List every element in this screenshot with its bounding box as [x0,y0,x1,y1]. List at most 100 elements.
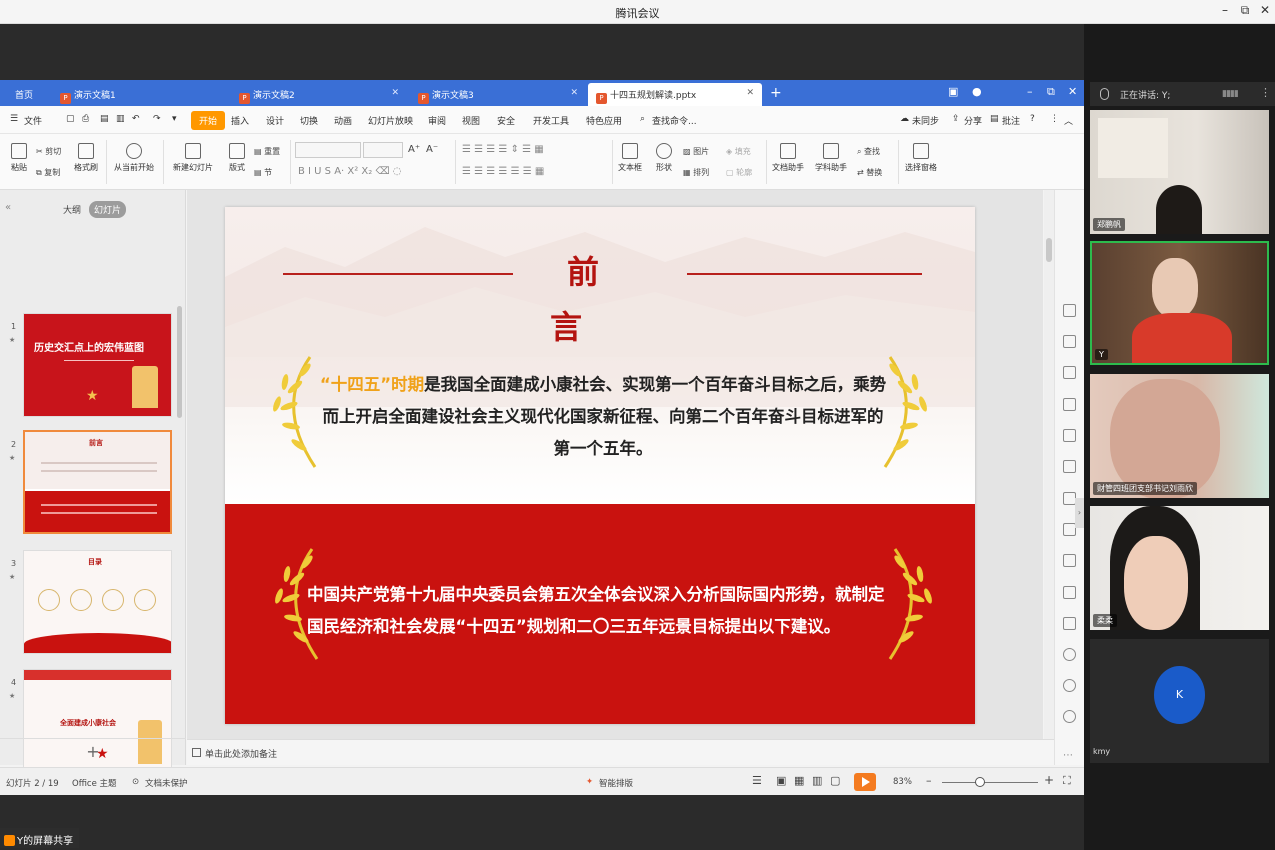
undo-icon[interactable]: ↶ [132,114,140,124]
font-size-select[interactable] [363,142,403,158]
tab-presentation-3[interactable]: P 演示文稿3 ✕ [410,83,586,106]
play-from-current-button[interactable]: 从当前开始 [110,143,158,173]
add-slide-button[interactable]: + [0,738,186,764]
print-icon[interactable]: ⎙ [82,114,89,124]
notes-area[interactable]: 单击此处添加备注 [187,739,1054,765]
quick-access-dropdown-icon[interactable]: ▾ [172,114,177,124]
cut-button[interactable]: ✂ 剪切 [36,146,61,157]
minimize-icon[interactable]: – [1216,3,1234,17]
sync-status[interactable]: 未同步 [912,114,939,127]
tab-presentation-2[interactable]: P 演示文稿2 ✕ [231,83,407,106]
format-painter-button[interactable]: 格式刷 [70,143,102,173]
menu-insert[interactable]: 插入 [231,114,249,127]
new-slide-button[interactable]: 新建幻灯片 [168,143,218,173]
normal-view-icon[interactable]: ▣ [776,774,786,787]
history-icon[interactable] [1063,679,1076,692]
zoom-level[interactable]: 83% [893,777,912,787]
close-tab-icon[interactable]: ✕ [746,88,754,98]
menu-design[interactable]: 设计 [266,114,284,127]
menu-review[interactable]: 审阅 [428,114,446,127]
select-pane-button[interactable]: 选择窗格 [902,143,940,173]
academic-helper-button[interactable]: 学科助手 [810,143,852,173]
replace-button[interactable]: ⇄ 替换 [857,167,882,178]
doc-helper-button[interactable]: 文档助手 [769,143,807,173]
wps-close-icon[interactable]: ✕ [1068,85,1077,98]
zoom-slider[interactable] [942,782,1038,783]
restore-icon[interactable]: ⧉ [1236,3,1254,18]
fullscreen-view-icon[interactable]: ▢ [830,774,840,787]
wps-minimize-icon[interactable]: – [1027,85,1033,98]
export-icon[interactable]: ▤ [100,114,109,124]
outline-button[interactable]: ▢ 轮廓 [726,167,752,178]
sorter-view-icon[interactable]: ▦ [794,774,804,787]
slide-thumbnail-2[interactable]: 前言 [23,430,172,534]
reading-view-icon[interactable]: ▥ [812,774,822,787]
protect-status[interactable]: 文档未保护 [145,777,188,789]
tab-outline[interactable]: 大纲 [63,203,81,216]
window-layout-icon[interactable]: ▣ [948,85,958,98]
tool-icon[interactable] [1063,586,1076,599]
user-avatar-icon[interactable]: ● [972,85,982,98]
preview-icon[interactable]: ▥ [116,114,125,124]
play-slideshow-button[interactable] [854,773,876,791]
help-icon[interactable]: ? [1030,114,1035,124]
layout-button[interactable]: 版式 [222,143,252,173]
font-family-select[interactable] [295,142,361,158]
video-tile-3[interactable]: 财管四班团支部书记刘雨欣 [1090,374,1269,498]
smart-layout-button[interactable]: 智能排版 [599,777,633,789]
paragraph-align-icons[interactable]: ☰ ☰ ☰ ☰ ☰ ☰ ▦ [462,166,544,177]
canvas-scrollbar[interactable] [1044,190,1054,739]
hamburger-icon[interactable]: ☰ [10,114,18,124]
fill-button[interactable]: ◈ 填充 [726,146,751,157]
slide-thumbnail-3[interactable]: 目录 [23,550,172,654]
tool-icon[interactable] [1063,366,1076,379]
close-tab-icon[interactable]: ✕ [570,88,578,98]
picture-icon[interactable] [1063,617,1076,630]
more-icon[interactable]: ⋮ [1050,114,1059,124]
share-button[interactable]: 分享 [964,114,982,127]
wps-restore-icon[interactable]: ⧉ [1047,85,1055,99]
panel-menu-icon[interactable]: ⋮ [1260,86,1271,99]
close-tab-icon[interactable]: ✕ [391,88,399,98]
audio-icon[interactable] [1063,648,1076,661]
current-slide[interactable]: 前 言 “十四五”时期是我国全面建成小康社会、实现第一个百年奋斗目标之后，乘势而… [225,207,975,724]
close-icon[interactable]: ✕ [1256,3,1274,17]
tool-icon[interactable] [1063,335,1076,348]
zoom-in-icon[interactable]: + [1044,773,1054,787]
video-tile-4[interactable]: 柔柔 [1090,506,1269,630]
zoom-slider-handle[interactable] [975,777,985,787]
reset-button[interactable]: ▤ 重置 [254,146,280,157]
menu-animation[interactable]: 动画 [334,114,352,127]
text-format-icons[interactable]: B I U S A· X² X₂ ⌫ ◌ [298,166,402,177]
collapse-panel-icon[interactable]: « [5,202,11,213]
copy-button[interactable]: ⧉ 复制 [36,167,60,178]
more-icon[interactable]: ⋯ [1063,750,1076,763]
tool-icon[interactable] [1063,304,1076,317]
scrollbar-thumb[interactable] [1046,238,1052,262]
redo-icon[interactable]: ↷ [153,114,161,124]
font-shrink-icon[interactable]: A⁻ [426,144,438,155]
chart-icon[interactable] [1063,460,1076,473]
section-button[interactable]: ▤ 节 [254,167,272,178]
panel-scrollbar[interactable] [177,306,182,418]
textbox-button[interactable]: 文本框 [615,143,645,173]
video-tile-2[interactable]: Y [1090,241,1269,365]
menu-security[interactable]: 安全 [497,114,515,127]
tool-icon[interactable] [1063,554,1076,567]
comment-button[interactable]: 批注 [1002,114,1020,127]
notes-toggle-icon[interactable]: ☰ [752,774,762,787]
tab-presentation-1[interactable]: P 演示文稿1 [52,83,228,106]
paste-button[interactable]: 粘贴 [6,143,32,173]
collapse-ribbon-icon[interactable]: ︿ [1064,114,1073,127]
menu-slideshow[interactable]: 幻灯片放映 [368,114,413,127]
find-command-search[interactable]: 查找命令... [652,114,697,127]
slide-thumbnail-1[interactable]: 历史交汇点上的宏伟蓝图 ★ [23,313,172,417]
arrange-button[interactable]: ▦ 排列 [683,167,709,178]
video-tile-1[interactable]: 郑鹏帆 [1090,110,1269,234]
tab-slides[interactable]: 幻灯片 [89,201,127,218]
fit-window-icon[interactable]: ⛶ [1063,774,1071,788]
new-tab-plus-icon[interactable]: + [770,85,782,101]
font-grow-icon[interactable]: A⁺ [408,144,420,155]
zoom-out-icon[interactable]: – [926,774,932,787]
menu-home[interactable]: 开始 [191,111,226,130]
